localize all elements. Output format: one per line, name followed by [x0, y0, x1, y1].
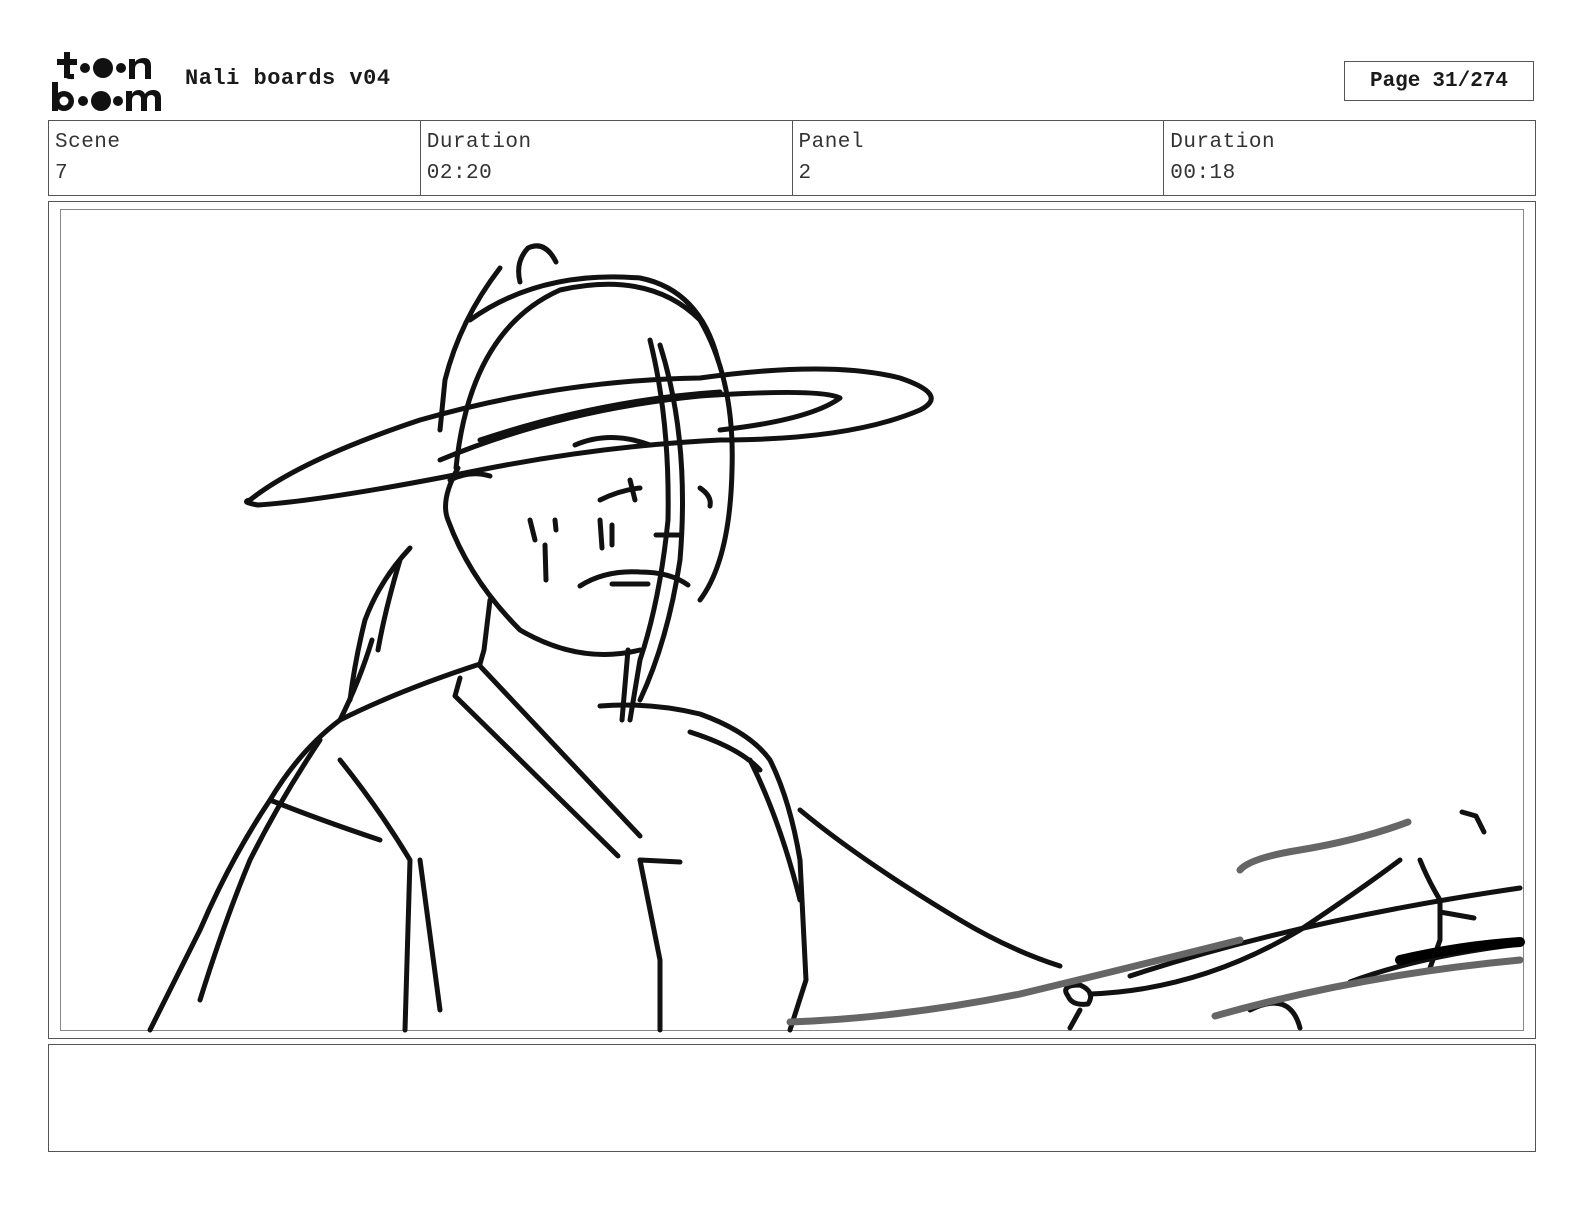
- scene-cell: Scene 7: [49, 121, 421, 195]
- toon-boom-logo: [52, 50, 164, 112]
- document-title: Nali boards v04: [185, 66, 391, 91]
- panel-value: 2: [798, 162, 812, 185]
- panel-duration-cell: Duration 00:18: [1164, 121, 1535, 195]
- scene-value: 7: [55, 162, 69, 185]
- panel-notes-area: [48, 1044, 1536, 1152]
- page-indicator: Page 31/274: [1344, 61, 1534, 101]
- scene-duration-value: 02:20: [426, 162, 493, 185]
- scene-duration-cell: Duration 02:20: [421, 121, 793, 195]
- storyboard-sketch-image: [48, 201, 1536, 1039]
- panel-label: Panel: [798, 131, 865, 154]
- storyboard-sketch-woman-with-hat-icon: [147, 243, 1525, 1033]
- panel-info-row: Scene 7 Duration 02:20 Panel 2 Duration …: [48, 120, 1536, 196]
- panel-cell: Panel 2: [793, 121, 1165, 195]
- scene-label: Scene: [55, 131, 121, 154]
- panel-duration-label: Duration: [1170, 131, 1276, 154]
- page-number: 31/274: [1432, 69, 1509, 93]
- page-label: Page: [1369, 69, 1421, 93]
- panel-duration-value: 00:18: [1170, 162, 1236, 185]
- scene-duration-label: Duration: [426, 131, 532, 154]
